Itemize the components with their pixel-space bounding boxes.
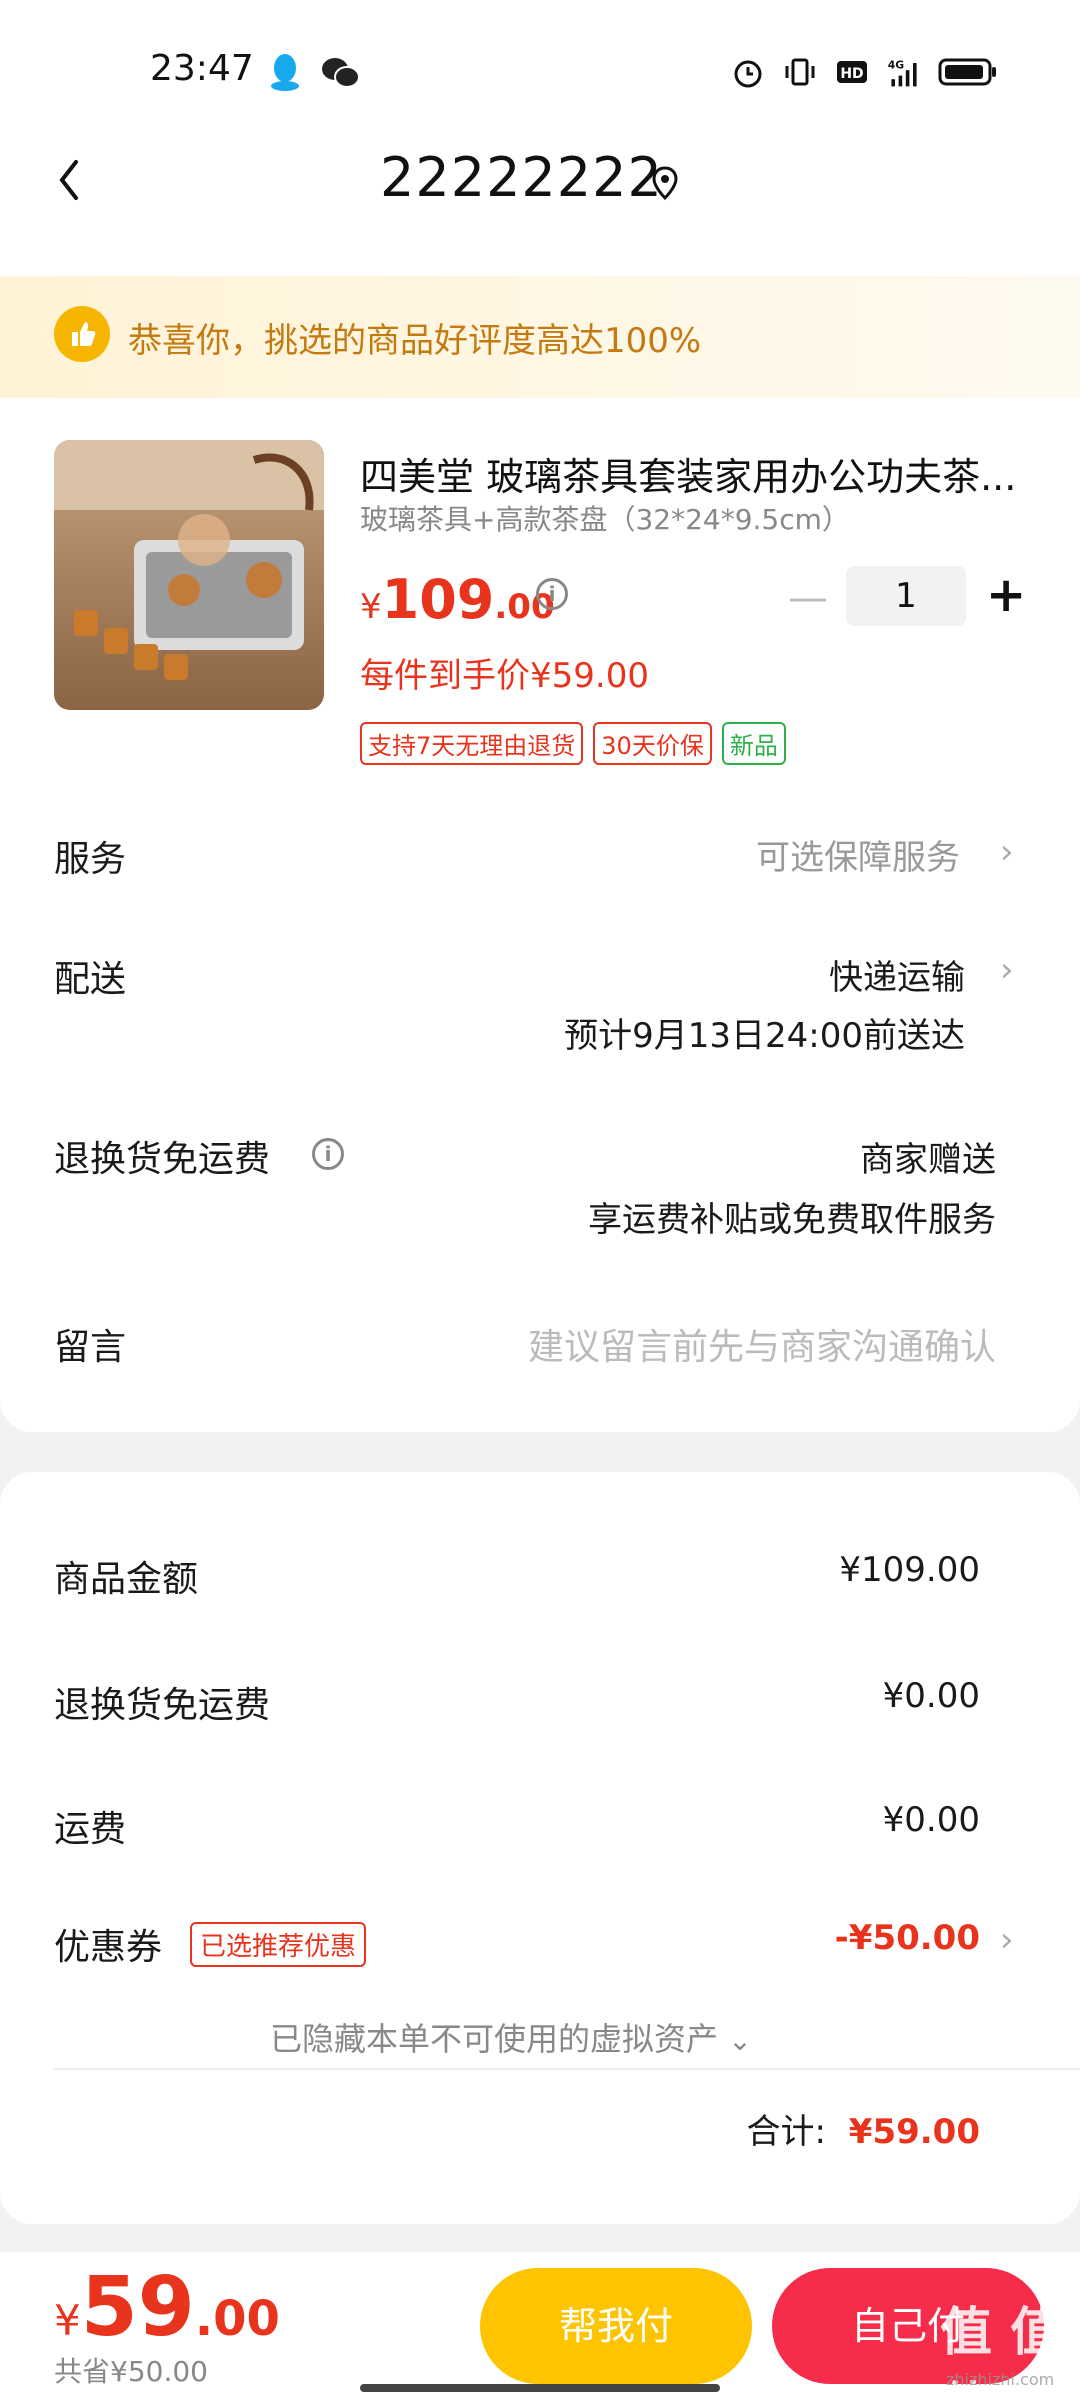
vibrate-icon: [785, 58, 815, 86]
service-chevron-icon[interactable]: ›: [1000, 832, 1014, 872]
coupon-chevron-icon[interactable]: ›: [1000, 1920, 1014, 1960]
banner-text: 恭喜你，挑选的商品好评度高达100%: [128, 321, 702, 361]
total-row: 合计: ¥59.00: [747, 2104, 980, 2153]
hd-icon: HD: [837, 61, 867, 83]
location-pin-icon[interactable]: [648, 164, 682, 204]
bottom-total-dec: .00: [194, 2291, 280, 2347]
saved-amount: 共省¥50.00: [54, 2355, 208, 2388]
tag-new: 新品: [721, 722, 786, 765]
hidden-assets-note[interactable]: 已隐藏本单不可使用的虚拟资产 ⌄: [270, 2014, 752, 2060]
chevron-down-icon: ⌄: [728, 2024, 752, 2057]
info-icon[interactable]: i: [536, 578, 568, 610]
price-currency: ¥: [360, 587, 382, 627]
product-title[interactable]: 四美堂 玻璃茶具套装家用办公功夫茶...: [360, 446, 1020, 501]
home-indicator[interactable]: [360, 2384, 720, 2392]
deal-price: 每件到手价¥59.00: [360, 656, 649, 696]
product-spec[interactable]: 玻璃茶具+高款茶盘（32*24*9.5cm）: [360, 498, 850, 538]
quantity-minus-button[interactable]: —: [788, 578, 828, 618]
price-integer: 109: [381, 568, 495, 631]
tag-price-protect: 30天价保: [593, 722, 712, 765]
product-tags: 支持7天无理由退货 30天价保 新品: [360, 722, 786, 765]
quantity-plus-button[interactable]: +: [986, 570, 1026, 620]
message-label: 留言: [54, 1327, 127, 1368]
return-fee-summary-label: 退换货免运费: [54, 1685, 271, 1726]
goods-amount-value: ¥109.00: [839, 1550, 980, 1590]
signal-4g-icon: 4G: [888, 58, 917, 87]
message-input[interactable]: 建议留言前先与商家沟通确认: [528, 1318, 996, 1370]
total-value: ¥59.00: [848, 2112, 980, 2152]
tag-return: 支持7天无理由退货: [360, 722, 584, 765]
shipping-value: ¥0.00: [882, 1800, 980, 1840]
qq-icon: [271, 54, 299, 91]
watermark-site: zhizhizhi.com: [946, 2370, 1055, 2389]
bottom-total-int: 59: [80, 2260, 195, 2355]
total-label: 合计:: [746, 2112, 826, 2152]
thumbs-up-icon: [54, 306, 110, 362]
status-time: 23:47: [150, 48, 254, 89]
delivery-label: 配送: [54, 959, 127, 1000]
delivery-method[interactable]: 快递运输: [829, 950, 965, 999]
page-title: 22222222: [380, 146, 663, 209]
delivery-chevron-icon[interactable]: ›: [1000, 950, 1014, 990]
return-info-icon[interactable]: i: [312, 1138, 344, 1170]
chevron-left-icon[interactable]: [54, 156, 84, 204]
product-price: ¥109.00: [360, 568, 555, 631]
bottom-total: ¥59.00: [54, 2260, 280, 2355]
svg-text:4G: 4G: [888, 58, 905, 71]
shipping-label: 运费: [54, 1809, 127, 1850]
goods-amount-label: 商品金额: [54, 1559, 199, 1600]
battery-icon: [938, 58, 996, 86]
service-value[interactable]: 可选保障服务: [756, 830, 960, 879]
wechat-icon: [322, 58, 360, 88]
bottom-currency: ¥: [54, 2296, 81, 2345]
hidden-assets-text: 已隐藏本单不可使用的虚拟资产: [270, 2020, 719, 2058]
alarm-icon: [734, 60, 762, 88]
return-fee-summary-value: ¥0.00: [882, 1676, 980, 1716]
return-fee-label: 退换货免运费: [54, 1139, 271, 1180]
return-fee-desc: 享运费补贴或免费取件服务: [588, 1200, 996, 1240]
status-icons: HD 4G: [730, 50, 998, 94]
coupon-tag: 已选推荐优惠: [190, 1922, 367, 1967]
help-pay-button[interactable]: 帮我付: [480, 2268, 752, 2384]
coupon-value[interactable]: -¥50.00: [835, 1918, 980, 1958]
quantity-value[interactable]: 1: [846, 566, 966, 626]
summary-divider: [54, 2068, 1080, 2070]
return-fee-value: 商家赠送: [860, 1140, 996, 1180]
coupon-label: 优惠券: [54, 1927, 163, 1968]
product-image[interactable]: [54, 440, 324, 710]
svg-text:HD: HD: [840, 66, 863, 82]
service-label: 服务: [54, 839, 127, 880]
delivery-eta: 预计9月13日24:00前送达: [564, 1016, 965, 1056]
